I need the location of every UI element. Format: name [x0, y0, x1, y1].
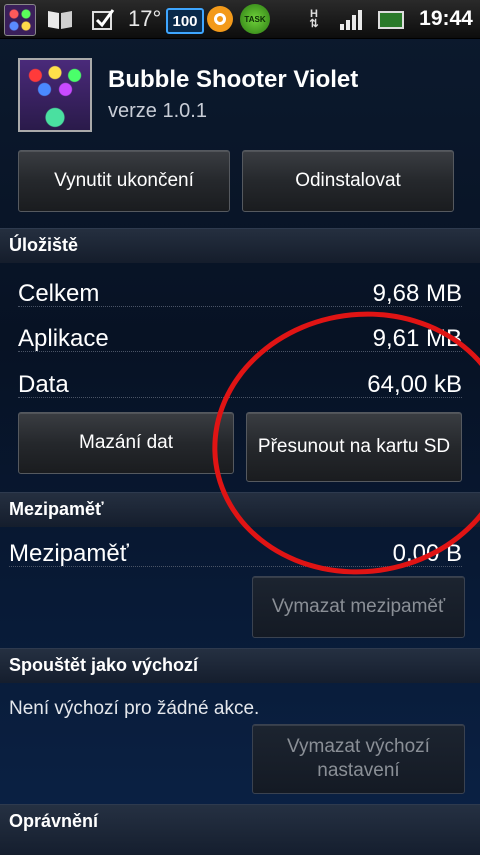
task-killer-icon: TASK: [240, 4, 270, 34]
sync-icon: [207, 6, 233, 32]
book-icon: [46, 4, 74, 34]
storage-row-app: Aplikace 9,61 MB: [18, 325, 462, 361]
storage-app-label: Aplikace: [18, 325, 109, 352]
uninstall-button[interactable]: Odinstalovat: [242, 150, 454, 212]
temperature-readout: 17°: [128, 6, 162, 31]
checkbox-icon: [90, 4, 116, 34]
move-to-sd-button[interactable]: Přesunout na kartu SD: [246, 412, 462, 482]
storage-section-header: Úložiště: [0, 228, 480, 263]
cache-row: Mezipaměť 0,00 B: [9, 540, 462, 576]
force-stop-button[interactable]: Vynutit ukončení: [18, 150, 230, 212]
game-notification-icon: [4, 4, 36, 36]
storage-app-value: 9,61 MB: [372, 325, 462, 352]
permissions-section-title: Oprávnění: [9, 811, 99, 831]
data-arrows-icon: ⇅: [309, 18, 319, 30]
defaults-section-title: Spouštět jako výchozí: [9, 655, 199, 675]
clock: 19:44: [419, 7, 473, 30]
battery-icon: [378, 11, 404, 29]
clear-cache-button[interactable]: Vymazat mezipaměť: [252, 576, 465, 638]
cache-label: Mezipaměť: [9, 540, 129, 567]
cache-section-header: Mezipaměť: [0, 492, 480, 527]
clear-defaults-button[interactable]: Vymazat výchozí nastavení: [252, 724, 465, 794]
app-version: verze 1.0.1: [108, 100, 207, 122]
signal-strength-icon: [338, 6, 364, 30]
storage-row-data: Data 64,00 kB: [18, 371, 462, 407]
clear-data-button[interactable]: Mazání dat: [18, 412, 234, 474]
battery-percent-badge: 100: [166, 8, 204, 34]
defaults-status-text: Není výchozí pro žádné akce.: [9, 698, 260, 719]
status-bar: 17° 100 TASK H ⇅ 19:44: [0, 0, 480, 39]
storage-row-total: Celkem 9,68 MB: [18, 280, 462, 316]
permissions-section-header: Oprávnění: [0, 804, 480, 855]
storage-data-value: 64,00 kB: [367, 371, 462, 398]
app-icon: [18, 58, 92, 132]
storage-total-label: Celkem: [18, 280, 100, 307]
app-title: Bubble Shooter Violet: [108, 66, 359, 93]
storage-section-title: Úložiště: [9, 235, 79, 255]
storage-total-value: 9,68 MB: [372, 280, 462, 307]
cache-value: 0,00 B: [392, 540, 462, 567]
defaults-section-header: Spouštět jako výchozí: [0, 648, 480, 683]
cache-section-title: Mezipaměť: [9, 499, 104, 519]
storage-data-label: Data: [18, 371, 69, 398]
network-type-icon: H ⇅: [304, 4, 324, 34]
